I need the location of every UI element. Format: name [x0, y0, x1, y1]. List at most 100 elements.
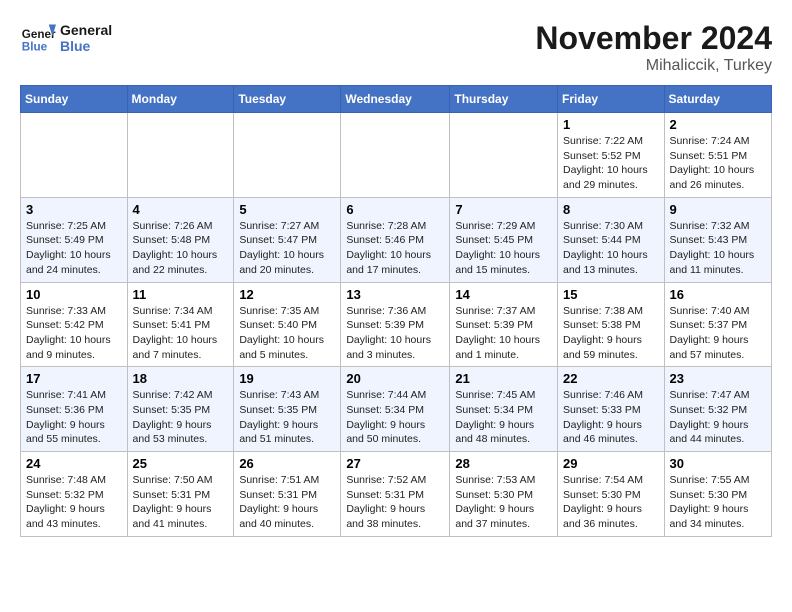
day-daylight: Daylight: 10 hours and 15 minutes.: [455, 248, 552, 277]
page-header: General Blue General Blue November 2024 …: [20, 20, 772, 75]
day-sunrise: Sunrise: 7:54 AM: [563, 473, 659, 488]
day-daylight: Daylight: 9 hours and 55 minutes.: [26, 418, 122, 447]
day-sunset: Sunset: 5:46 PM: [346, 233, 444, 248]
header-saturday: Saturday: [664, 86, 771, 113]
day-sunrise: Sunrise: 7:47 AM: [670, 388, 766, 403]
day-sunrise: Sunrise: 7:26 AM: [133, 219, 229, 234]
day-daylight: Daylight: 9 hours and 48 minutes.: [455, 418, 552, 447]
calendar-day: [234, 113, 341, 198]
calendar-day: 21 Sunrise: 7:45 AM Sunset: 5:34 PM Dayl…: [450, 367, 558, 452]
day-daylight: Daylight: 10 hours and 20 minutes.: [239, 248, 335, 277]
day-sunset: Sunset: 5:45 PM: [455, 233, 552, 248]
day-sunset: Sunset: 5:52 PM: [563, 149, 659, 164]
day-daylight: Daylight: 10 hours and 5 minutes.: [239, 333, 335, 362]
day-sunrise: Sunrise: 7:45 AM: [455, 388, 552, 403]
day-number: 10: [26, 287, 122, 302]
day-sunrise: Sunrise: 7:30 AM: [563, 219, 659, 234]
calendar-day: 15 Sunrise: 7:38 AM Sunset: 5:38 PM Dayl…: [558, 282, 665, 367]
calendar-day: [450, 113, 558, 198]
calendar-table: Sunday Monday Tuesday Wednesday Thursday…: [20, 85, 772, 537]
day-number: 17: [26, 371, 122, 386]
day-sunset: Sunset: 5:30 PM: [563, 488, 659, 503]
day-number: 4: [133, 202, 229, 217]
day-sunrise: Sunrise: 7:35 AM: [239, 304, 335, 319]
day-sunset: Sunset: 5:35 PM: [239, 403, 335, 418]
day-number: 24: [26, 456, 122, 471]
calendar-day: 10 Sunrise: 7:33 AM Sunset: 5:42 PM Dayl…: [21, 282, 128, 367]
calendar-day: [21, 113, 128, 198]
calendar-day: [341, 113, 450, 198]
calendar-day: 11 Sunrise: 7:34 AM Sunset: 5:41 PM Dayl…: [127, 282, 234, 367]
day-number: 16: [670, 287, 766, 302]
day-number: 19: [239, 371, 335, 386]
day-daylight: Daylight: 10 hours and 13 minutes.: [563, 248, 659, 277]
calendar-day: 1 Sunrise: 7:22 AM Sunset: 5:52 PM Dayli…: [558, 113, 665, 198]
calendar-day: 19 Sunrise: 7:43 AM Sunset: 5:35 PM Dayl…: [234, 367, 341, 452]
calendar-day: 9 Sunrise: 7:32 AM Sunset: 5:43 PM Dayli…: [664, 197, 771, 282]
day-number: 23: [670, 371, 766, 386]
day-sunrise: Sunrise: 7:52 AM: [346, 473, 444, 488]
day-number: 28: [455, 456, 552, 471]
calendar-day: 12 Sunrise: 7:35 AM Sunset: 5:40 PM Dayl…: [234, 282, 341, 367]
day-number: 30: [670, 456, 766, 471]
calendar-day: 8 Sunrise: 7:30 AM Sunset: 5:44 PM Dayli…: [558, 197, 665, 282]
calendar-day: 23 Sunrise: 7:47 AM Sunset: 5:32 PM Dayl…: [664, 367, 771, 452]
day-sunset: Sunset: 5:31 PM: [239, 488, 335, 503]
day-number: 5: [239, 202, 335, 217]
day-sunrise: Sunrise: 7:43 AM: [239, 388, 335, 403]
calendar-week-1: 1 Sunrise: 7:22 AM Sunset: 5:52 PM Dayli…: [21, 113, 772, 198]
day-number: 26: [239, 456, 335, 471]
calendar-day: 13 Sunrise: 7:36 AM Sunset: 5:39 PM Dayl…: [341, 282, 450, 367]
calendar-day: 18 Sunrise: 7:42 AM Sunset: 5:35 PM Dayl…: [127, 367, 234, 452]
day-sunset: Sunset: 5:42 PM: [26, 318, 122, 333]
day-sunrise: Sunrise: 7:33 AM: [26, 304, 122, 319]
day-daylight: Daylight: 9 hours and 53 minutes.: [133, 418, 229, 447]
day-daylight: Daylight: 10 hours and 7 minutes.: [133, 333, 229, 362]
day-sunset: Sunset: 5:51 PM: [670, 149, 766, 164]
calendar-day: 22 Sunrise: 7:46 AM Sunset: 5:33 PM Dayl…: [558, 367, 665, 452]
day-daylight: Daylight: 10 hours and 29 minutes.: [563, 163, 659, 192]
day-sunrise: Sunrise: 7:42 AM: [133, 388, 229, 403]
day-daylight: Daylight: 9 hours and 51 minutes.: [239, 418, 335, 447]
calendar-day: 14 Sunrise: 7:37 AM Sunset: 5:39 PM Dayl…: [450, 282, 558, 367]
day-daylight: Daylight: 10 hours and 11 minutes.: [670, 248, 766, 277]
calendar-week-3: 10 Sunrise: 7:33 AM Sunset: 5:42 PM Dayl…: [21, 282, 772, 367]
day-sunset: Sunset: 5:31 PM: [133, 488, 229, 503]
day-daylight: Daylight: 10 hours and 22 minutes.: [133, 248, 229, 277]
calendar-day: 29 Sunrise: 7:54 AM Sunset: 5:30 PM Dayl…: [558, 452, 665, 537]
day-daylight: Daylight: 10 hours and 9 minutes.: [26, 333, 122, 362]
day-sunrise: Sunrise: 7:38 AM: [563, 304, 659, 319]
day-daylight: Daylight: 9 hours and 50 minutes.: [346, 418, 444, 447]
calendar-week-4: 17 Sunrise: 7:41 AM Sunset: 5:36 PM Dayl…: [21, 367, 772, 452]
day-daylight: Daylight: 10 hours and 3 minutes.: [346, 333, 444, 362]
logo-general-text: General: [60, 22, 112, 38]
day-number: 22: [563, 371, 659, 386]
day-sunset: Sunset: 5:30 PM: [455, 488, 552, 503]
day-daylight: Daylight: 10 hours and 17 minutes.: [346, 248, 444, 277]
day-number: 25: [133, 456, 229, 471]
day-number: 21: [455, 371, 552, 386]
day-sunrise: Sunrise: 7:29 AM: [455, 219, 552, 234]
day-daylight: Daylight: 9 hours and 34 minutes.: [670, 502, 766, 531]
calendar-day: 28 Sunrise: 7:53 AM Sunset: 5:30 PM Dayl…: [450, 452, 558, 537]
day-number: 12: [239, 287, 335, 302]
day-daylight: Daylight: 9 hours and 38 minutes.: [346, 502, 444, 531]
calendar-day: 7 Sunrise: 7:29 AM Sunset: 5:45 PM Dayli…: [450, 197, 558, 282]
logo-icon: General Blue: [20, 20, 56, 56]
calendar-day: 25 Sunrise: 7:50 AM Sunset: 5:31 PM Dayl…: [127, 452, 234, 537]
day-number: 11: [133, 287, 229, 302]
day-sunset: Sunset: 5:39 PM: [455, 318, 552, 333]
day-sunset: Sunset: 5:49 PM: [26, 233, 122, 248]
day-number: 7: [455, 202, 552, 217]
day-sunrise: Sunrise: 7:28 AM: [346, 219, 444, 234]
day-daylight: Daylight: 9 hours and 36 minutes.: [563, 502, 659, 531]
day-sunrise: Sunrise: 7:53 AM: [455, 473, 552, 488]
day-daylight: Daylight: 10 hours and 24 minutes.: [26, 248, 122, 277]
day-sunrise: Sunrise: 7:34 AM: [133, 304, 229, 319]
day-sunrise: Sunrise: 7:44 AM: [346, 388, 444, 403]
day-number: 18: [133, 371, 229, 386]
calendar-header-row: Sunday Monday Tuesday Wednesday Thursday…: [21, 86, 772, 113]
day-daylight: Daylight: 9 hours and 44 minutes.: [670, 418, 766, 447]
day-sunset: Sunset: 5:30 PM: [670, 488, 766, 503]
day-sunset: Sunset: 5:34 PM: [346, 403, 444, 418]
